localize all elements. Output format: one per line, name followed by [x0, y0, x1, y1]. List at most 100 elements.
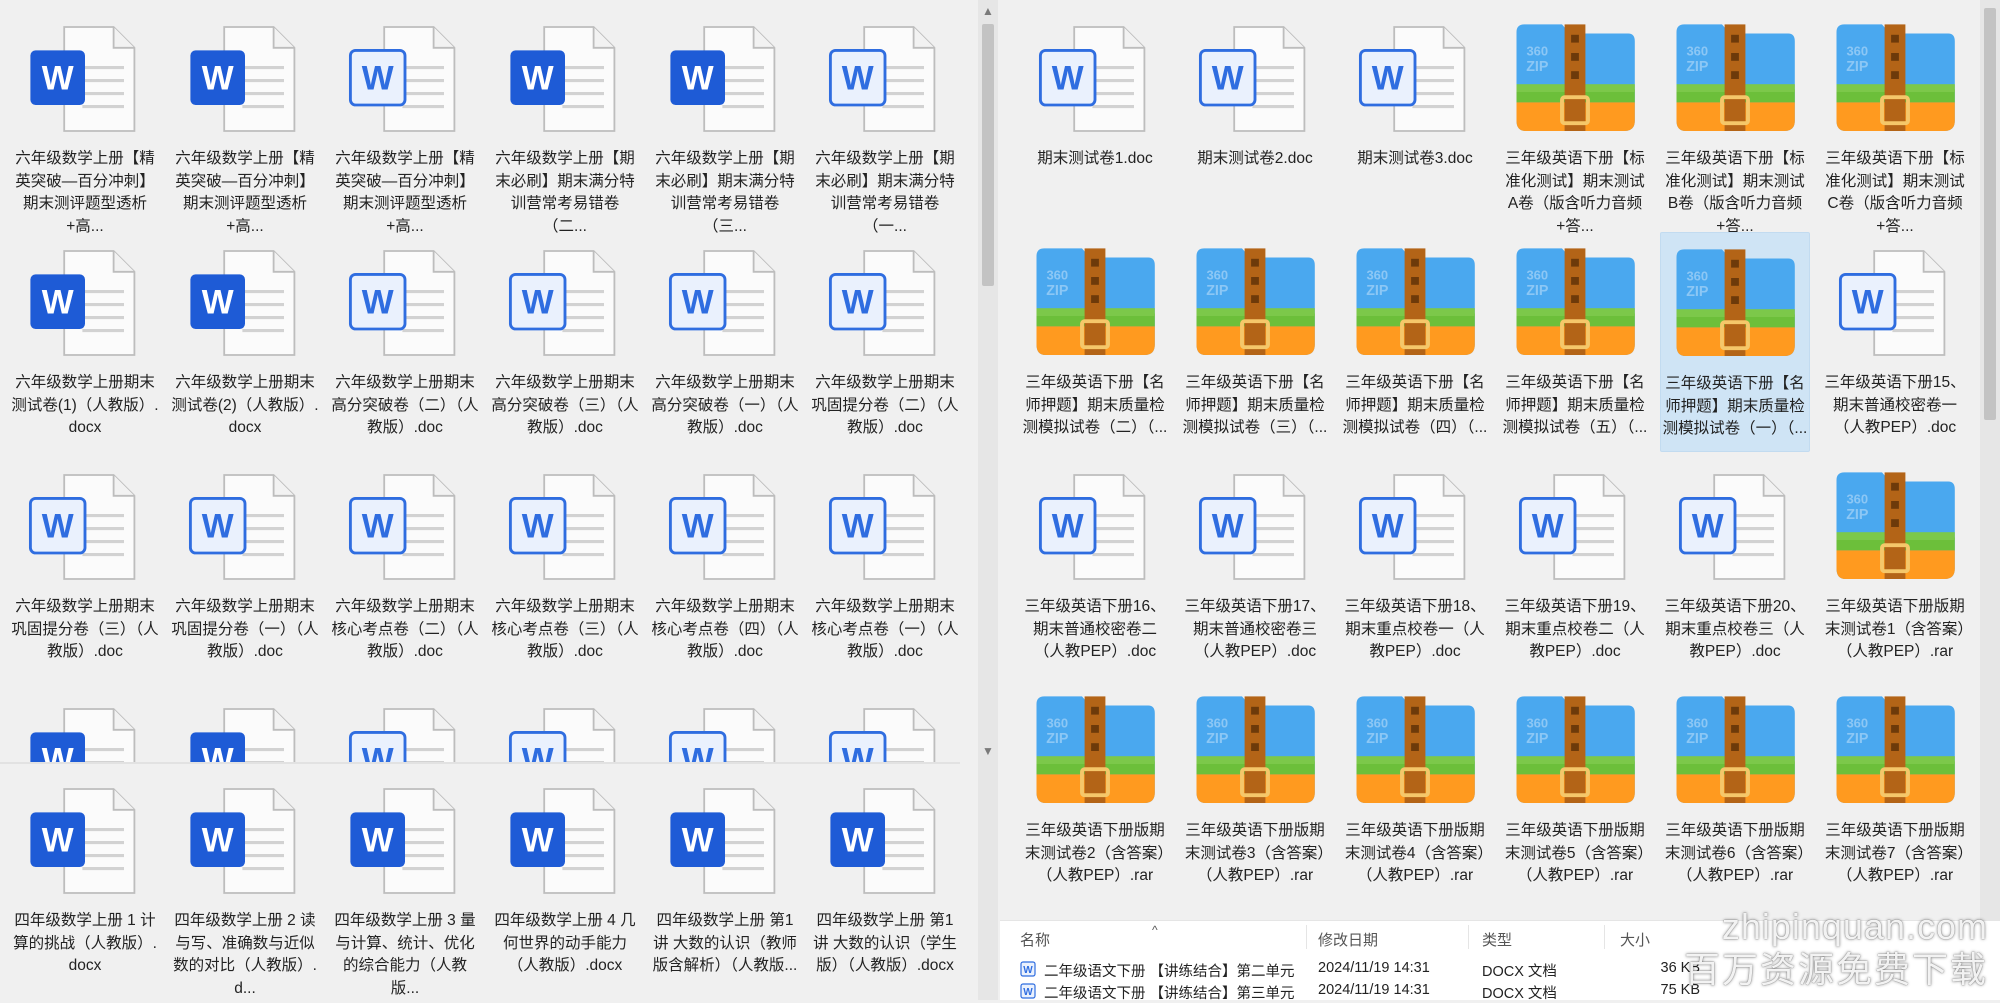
file-tile[interactable]: 三年级英语下册版期末测试卷6（含答案）（人教PEP）.rar: [1660, 680, 1810, 900]
pane-divider: [0, 762, 960, 764]
svg-text:W: W: [1023, 987, 1033, 998]
file-tile[interactable]: [1660, 904, 1810, 920]
file-tile[interactable]: [810, 690, 960, 762]
file-tile[interactable]: 六年级数学上册【精英突破—百分冲刺】期末测评题型透析+高...: [10, 8, 160, 235]
file-tile[interactable]: 四年级数学上册 2 读与写、准确数与近似数的对比（人教版）.d...: [170, 770, 320, 997]
file-tile[interactable]: [1340, 904, 1490, 920]
file-tile[interactable]: [490, 690, 640, 762]
column-header-modified[interactable]: 修改日期: [1318, 929, 1378, 950]
column-header-size[interactable]: 大小: [1620, 929, 1650, 950]
file-tile[interactable]: 三年级英语下册【名师押题】期末质量检测模拟试卷（三）（...: [1180, 232, 1330, 452]
clipped-row: [0, 690, 960, 762]
file-tile[interactable]: 期末测试卷2.doc: [1180, 8, 1330, 228]
file-tile[interactable]: [1500, 904, 1650, 920]
right-pane-scrollbar[interactable]: [1980, 0, 2000, 920]
left-pane-scrollbar[interactable]: ▲ ▼: [978, 0, 998, 1000]
file-tile[interactable]: 三年级英语下册【名师押题】期末质量检测模拟试卷（一）（...: [1660, 232, 1810, 452]
file-tile[interactable]: 六年级数学上册期末核心考点卷（二）（人教版）.doc: [330, 456, 480, 676]
file-tile[interactable]: 六年级数学上册期末高分突破卷（二）（人教版）.doc: [330, 232, 480, 452]
scrollbar-thumb[interactable]: [1984, 8, 1996, 420]
file-tile[interactable]: 六年级数学上册期末高分突破卷（一）（人教版）.doc: [650, 232, 800, 452]
zip-icon: [1510, 14, 1640, 144]
sort-chevron-icon: ^: [1152, 923, 1158, 937]
file-tile[interactable]: 六年级数学上册【期末必刷】期末满分特训营常考易错卷（二...: [490, 8, 640, 235]
column-divider[interactable]: [1468, 925, 1469, 949]
word-icon-light: [340, 14, 470, 144]
file-tile[interactable]: [170, 690, 320, 762]
table-row[interactable]: W 二年级语文下册 【讲练结合】第二单元... 2024/11/19 14:31 DO…: [1000, 957, 2000, 981]
file-name-label: 六年级数学上册期末巩固提分卷（二）（人教版）.doc: [811, 374, 959, 436]
file-name-label: 三年级英语下册18、期末重点校卷一（人教PEP）.doc: [1344, 598, 1486, 660]
file-tile[interactable]: 四年级数学上册 第1讲 大数的认识（学生版）（人教版）.docx: [810, 770, 960, 990]
scrollbar-thumb[interactable]: [982, 24, 994, 286]
file-name-label: 六年级数学上册【精英突破—百分冲刺】期末测评题型透析+高...: [175, 150, 315, 235]
file-tile[interactable]: 六年级数学上册【精英突破—百分冲刺】期末测评题型透析+高...: [170, 8, 320, 235]
file-tile[interactable]: 三年级英语下册版期末测试卷5（含答案）（人教PEP）.rar: [1500, 680, 1650, 900]
column-divider[interactable]: [1306, 925, 1307, 949]
file-tile[interactable]: 三年级英语下册版期末测试卷1（含答案）（人教PEP）.rar: [1820, 456, 1970, 676]
file-tile[interactable]: [330, 690, 480, 762]
zip-icon: [1830, 462, 1960, 592]
file-tile[interactable]: 六年级数学上册【期末必刷】期末满分特训营常考易错卷（三...: [650, 8, 800, 235]
file-tile[interactable]: 四年级数学上册 1 计算的挑战（人教版）.docx: [10, 770, 160, 990]
zip-icon: [1030, 910, 1160, 920]
word-icon-light: [1030, 14, 1160, 144]
file-tile[interactable]: 六年级数学上册期末核心考点卷（四）（人教版）.doc: [650, 456, 800, 676]
file-tile[interactable]: 三年级英语下册版期末测试卷4（含答案）（人教PEP）.rar: [1340, 680, 1490, 900]
scroll-up-arrow-icon[interactable]: ▲: [978, 0, 998, 22]
file-tile[interactable]: 三年级英语下册15、期末普通校密卷一（人教PEP）.doc: [1820, 232, 1970, 452]
file-tile[interactable]: 三年级英语下册版期末测试卷7（含答案）（人教PEP）.rar: [1820, 680, 1970, 900]
file-name-label: 六年级数学上册期末高分突破卷（一）（人教版）.doc: [651, 374, 799, 436]
file-tile[interactable]: 六年级数学上册期末巩固提分卷（二）（人教版）.doc: [810, 232, 960, 452]
zip-icon: [1510, 238, 1640, 368]
file-tile[interactable]: 三年级英语下册【标准化测试】期末测试A卷（版含听力音频+答...: [1500, 8, 1650, 235]
svg-text:W: W: [1023, 965, 1033, 976]
file-name-label: 三年级英语下册【名师押题】期末质量检测模拟试卷（五）（...: [1502, 374, 1648, 436]
column-header-name[interactable]: 名称: [1020, 929, 1050, 950]
file-tile[interactable]: 四年级数学上册 第1讲 大数的认识（教师版含解析）（人教版...: [650, 770, 800, 990]
word-icon-light: [1350, 14, 1480, 144]
file-tile[interactable]: 六年级数学上册期末巩固提分卷（一）（人教版）.doc: [170, 456, 320, 676]
file-tile[interactable]: 三年级英语下册【名师押题】期末质量检测模拟试卷（二）（...: [1020, 232, 1170, 452]
file-tile[interactable]: [10, 690, 160, 762]
clipped-row: [1000, 904, 1980, 920]
file-tile[interactable]: 三年级英语下册16、期末普通校密卷二（人教PEP）.doc: [1020, 456, 1170, 676]
scroll-down-arrow-icon[interactable]: ▼: [978, 740, 998, 762]
file-name-label: 三年级英语下册【名师押题】期末质量检测模拟试卷（四）（...: [1342, 374, 1488, 436]
right-explorer-pane: 期末测试卷1.doc 期末测试卷2.doc 期末测试卷3.doc 三年级英语下册【标准…: [1000, 0, 2000, 1000]
file-tile[interactable]: 六年级数学上册【期末必刷】期末满分特训营常考易错卷（一...: [810, 8, 960, 235]
file-tile[interactable]: 六年级数学上册期末测试卷(2)（人教版）.docx: [170, 232, 320, 452]
word-icon-bold: [500, 14, 630, 144]
file-tile[interactable]: 六年级数学上册期末测试卷(1)（人教版）.docx: [10, 232, 160, 452]
file-tile[interactable]: 三年级英语下册版期末测试卷3（含答案）（人教PEP）.rar: [1180, 680, 1330, 900]
file-tile[interactable]: 四年级数学上册 4 几何世界的动手能力（人教版）.docx: [490, 770, 640, 990]
file-tile[interactable]: 六年级数学上册期末核心考点卷（一）（人教版）.doc: [810, 456, 960, 676]
file-tile[interactable]: 三年级英语下册19、期末重点校卷二（人教PEP）.doc: [1500, 456, 1650, 676]
file-tile[interactable]: 三年级英语下册版期末测试卷2（含答案）（人教PEP）.rar: [1020, 680, 1170, 900]
file-tile[interactable]: 六年级数学上册期末高分突破卷（三）（人教版）.doc: [490, 232, 640, 452]
file-tile[interactable]: 三年级英语下册【标准化测试】期末测试C卷（版含听力音频+答...: [1820, 8, 1970, 235]
column-divider[interactable]: [1604, 925, 1605, 949]
file-tile[interactable]: 三年级英语下册17、期末普通校密卷三（人教PEP）.doc: [1180, 456, 1330, 676]
column-header-type[interactable]: 类型: [1482, 929, 1512, 950]
file-tile[interactable]: 六年级数学上册期末巩固提分卷（三）（人教版）.doc: [10, 456, 160, 676]
modified-date-cell: 2024/11/19 14:31: [1318, 960, 1430, 976]
file-tile[interactable]: [650, 690, 800, 762]
file-tile[interactable]: [1020, 904, 1170, 920]
file-tile[interactable]: 期末测试卷1.doc: [1020, 8, 1170, 228]
file-tile[interactable]: 三年级英语下册20、期末重点校卷三（人教PEP）.doc: [1660, 456, 1810, 676]
file-tile[interactable]: 期末测试卷3.doc: [1340, 8, 1490, 228]
file-name-label: 六年级数学上册期末核心考点卷（二）（人教版）.doc: [331, 598, 479, 660]
file-tile[interactable]: [1180, 904, 1330, 920]
file-tile[interactable]: 三年级英语下册【标准化测试】期末测试B卷（版含听力音频+答...: [1660, 8, 1810, 235]
zip-icon: [1830, 14, 1960, 144]
file-tile[interactable]: 四年级数学上册 3 量与计算、统计、优化的综合能力（人教版...: [330, 770, 480, 997]
table-row[interactable]: W 二年级语文下册 【讲练结合】第三单元... 2024/11/19 14:31 DO…: [1000, 979, 2000, 1003]
file-name-label: 三年级英语下册版期末测试卷1（含答案）（人教PEP）.rar: [1824, 598, 1966, 660]
file-tile[interactable]: 六年级数学上册【精英突破—百分冲刺】期末测评题型透析+高...: [330, 8, 480, 235]
file-tile[interactable]: 三年级英语下册【名师押题】期末质量检测模拟试卷（五）（...: [1500, 232, 1650, 452]
file-tile[interactable]: 三年级英语下册【名师押题】期末质量检测模拟试卷（四）（...: [1340, 232, 1490, 452]
file-name-label: 六年级数学上册期末巩固提分卷（一）（人教版）.doc: [171, 598, 319, 660]
file-tile[interactable]: 三年级英语下册18、期末重点校卷一（人教PEP）.doc: [1340, 456, 1490, 676]
file-tile[interactable]: 六年级数学上册期末核心考点卷（三）（人教版）.doc: [490, 456, 640, 676]
